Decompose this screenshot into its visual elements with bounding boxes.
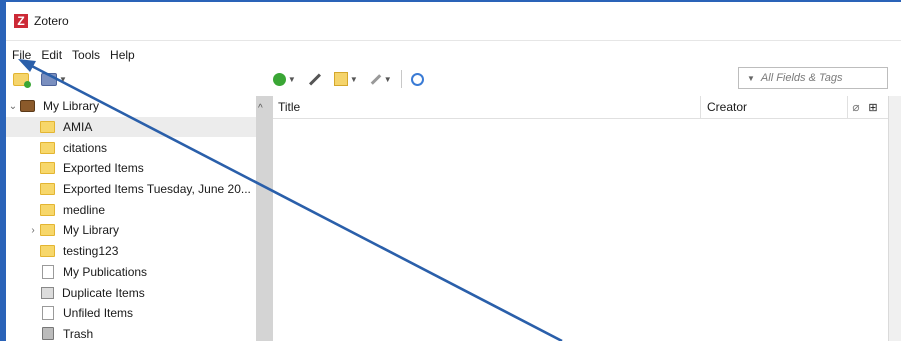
folder-icon — [40, 162, 55, 175]
column-title[interactable]: ^ Title — [258, 100, 700, 114]
menu-file[interactable]: File — [12, 48, 31, 62]
new-note-button[interactable]: ▼ — [331, 69, 361, 89]
tree-item-my-library-sub[interactable]: › My Library — [6, 220, 256, 241]
tree-item-duplicate-items[interactable]: Duplicate Items — [6, 282, 256, 303]
items-pane: ^ Title Creator ⌀ ⊞ — [258, 96, 889, 341]
folder-icon — [40, 141, 55, 154]
tree-item-label: Trash — [63, 326, 94, 341]
tree-item-label: Exported Items Tuesday, June 20... — [63, 182, 251, 197]
note-icon — [333, 72, 348, 86]
attachment-column-icon[interactable]: ⌀ — [847, 96, 864, 118]
tree-item-label: testing123 — [63, 244, 119, 259]
new-collection-icon — [13, 72, 31, 88]
magic-wand-icon — [308, 72, 321, 86]
column-title-label: Title — [278, 100, 301, 114]
window-title: Zotero — [34, 14, 69, 28]
tree-item-medline[interactable]: medline — [6, 199, 256, 220]
library-icon — [20, 100, 35, 113]
collections-pane: ⌄ My Library AMIA citations Exported Ite… — [6, 96, 256, 341]
folder-icon — [40, 245, 55, 258]
tree-item-label: My Publications — [63, 264, 148, 279]
tree-item-label: citations — [63, 140, 108, 155]
column-picker-icon[interactable]: ⊞ — [864, 101, 882, 114]
tree-item-exported-items[interactable]: Exported Items — [6, 158, 256, 179]
tree-item-trash[interactable]: Trash — [6, 324, 256, 341]
tree-item-label: medline — [63, 202, 106, 217]
advanced-search-button[interactable] — [408, 69, 427, 89]
items-column-header: ^ Title Creator ⌀ ⊞ — [258, 96, 889, 119]
tree-item-label: My Library — [43, 99, 100, 114]
chevron-down-icon[interactable]: ▼ — [747, 74, 755, 83]
tree-item-label: Unfiled Items — [63, 306, 134, 321]
tree-item-testing123[interactable]: testing123 — [6, 241, 256, 262]
tree-item-label: Exported Items — [63, 161, 144, 176]
tree-item-my-publications[interactable]: My Publications — [6, 262, 256, 283]
new-item-button[interactable]: ▼ — [270, 69, 299, 89]
chevron-down-icon: ▼ — [349, 74, 358, 84]
tree-item-my-library-root[interactable]: ⌄ My Library — [6, 96, 256, 117]
folder-icon — [40, 183, 55, 196]
add-attachment-button[interactable]: ▼ — [367, 69, 395, 89]
chevron-right-icon[interactable]: › — [26, 225, 40, 236]
search-input[interactable]: ▼ All Fields & Tags — [738, 67, 888, 89]
document-icon — [42, 264, 54, 279]
menu-help[interactable]: Help — [110, 48, 135, 62]
column-creator[interactable]: Creator — [700, 96, 847, 118]
tree-item-label: My Library — [63, 223, 120, 238]
title-bar: Z Zotero — [6, 2, 901, 41]
menu-bar: File Edit Tools Help — [6, 46, 139, 64]
magnifier-icon — [410, 72, 424, 86]
column-creator-label: Creator — [707, 100, 748, 114]
pane-splitter[interactable] — [256, 96, 273, 341]
tree-item-exported-items-dated[interactable]: Exported Items Tuesday, June 20... — [6, 179, 256, 200]
chevron-down-icon: ▼ — [383, 74, 392, 84]
menu-tools[interactable]: Tools — [72, 48, 100, 62]
duplicate-icon — [41, 286, 54, 299]
toolbar-separator — [400, 70, 402, 88]
new-library-button[interactable]: ▼ — [38, 69, 70, 89]
add-by-identifier-button[interactable] — [305, 69, 325, 89]
sort-ascending-icon: ^ — [258, 103, 263, 114]
folder-icon — [40, 203, 55, 216]
unfiled-icon — [42, 306, 54, 321]
search-placeholder: All Fields & Tags — [760, 72, 843, 84]
trash-icon — [42, 327, 54, 341]
tree-item-citations[interactable]: citations — [6, 137, 256, 158]
new-collection-button[interactable] — [10, 69, 32, 89]
folder-icon — [40, 121, 55, 134]
plus-circle-icon — [272, 72, 286, 86]
zotero-logo-icon: Z — [14, 14, 28, 28]
tree-item-label: Duplicate Items — [62, 285, 145, 300]
chevron-down-icon: ▼ — [59, 74, 67, 84]
tree-item-label: AMIA — [63, 120, 93, 135]
chevron-down-icon[interactable]: ⌄ — [6, 101, 20, 112]
tree-item-unfiled-items[interactable]: Unfiled Items — [6, 303, 256, 324]
library-folder-icon — [41, 72, 57, 86]
folder-icon — [40, 224, 55, 237]
menu-edit[interactable]: Edit — [41, 48, 62, 62]
paperclip-icon — [370, 73, 382, 85]
scrollbar[interactable] — [888, 96, 901, 341]
tree-item-amia[interactable]: AMIA — [6, 116, 256, 138]
chevron-down-icon: ▼ — [287, 74, 296, 84]
